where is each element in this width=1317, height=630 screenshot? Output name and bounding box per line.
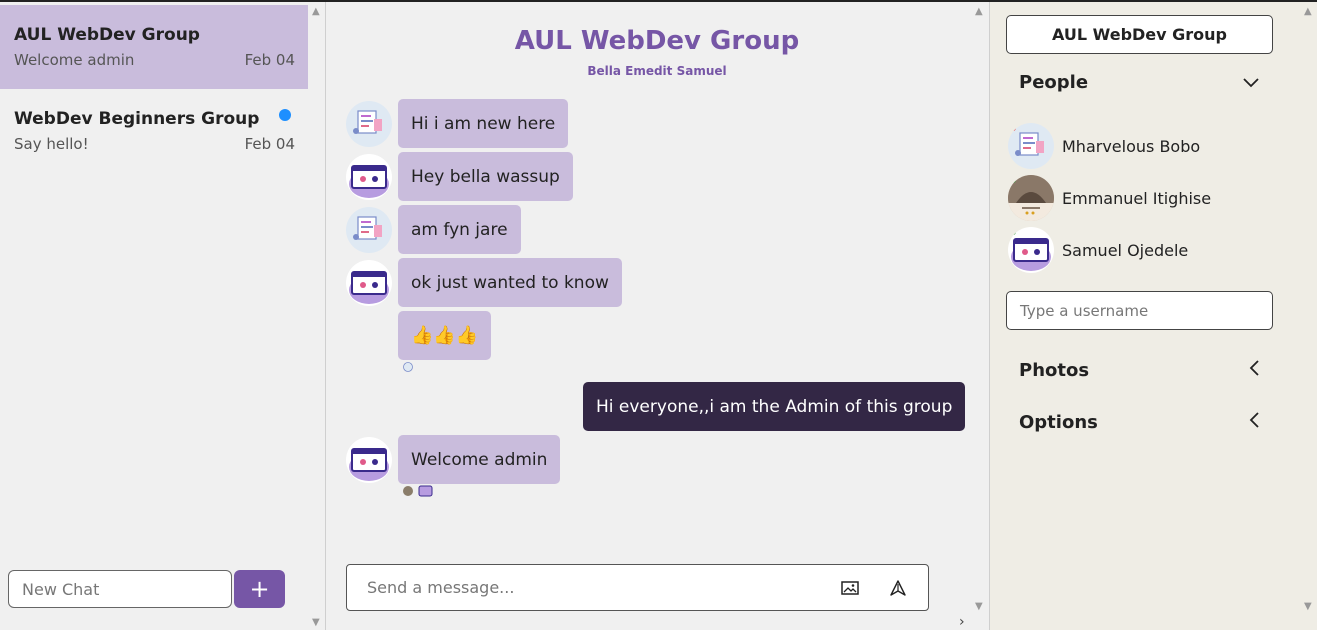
message-row: Welcome admin xyxy=(346,435,561,484)
chat-name: WebDev Beginners Group xyxy=(14,109,260,129)
message-row: Hi i am new here xyxy=(346,99,569,148)
person-item[interactable]: Emmanuel Itighise xyxy=(1008,175,1211,221)
avatar xyxy=(346,206,392,253)
avatar xyxy=(346,153,392,200)
people-heading: People xyxy=(1019,72,1089,93)
message-row: ok just wanted to know xyxy=(346,258,622,307)
chat-date: Feb 04 xyxy=(244,135,295,153)
message-bubble: Welcome admin xyxy=(398,435,561,484)
photos-heading: Photos xyxy=(1019,360,1090,381)
options-section-toggle[interactable]: Options xyxy=(1019,412,1259,433)
chat-preview: Welcome admin xyxy=(14,51,135,69)
person-name: Emmanuel Itighise xyxy=(1062,188,1212,208)
chat-preview: Say hello! xyxy=(14,135,89,153)
chat-name: AUL WebDev Group xyxy=(14,25,200,45)
unread-indicator xyxy=(279,109,291,121)
read-receipt-icons xyxy=(402,485,434,500)
message-bubble: am fyn jare xyxy=(398,205,521,254)
message-row: am fyn jare xyxy=(346,205,521,254)
scroll-up-icon[interactable]: ▲ xyxy=(1304,6,1312,17)
chevron-left-icon xyxy=(1249,360,1259,381)
person-name: Samuel Ojedele xyxy=(1062,240,1189,260)
scroll-down-icon[interactable]: ▼ xyxy=(312,617,320,628)
status-dot xyxy=(1010,177,1016,183)
add-chat-button[interactable]: + xyxy=(234,570,285,608)
details-scrollbar[interactable]: ▲ ▼ xyxy=(1300,2,1317,630)
details-title: AUL WebDev Group xyxy=(1006,15,1273,54)
message-row-own: Hi everyone,,i am the Admin of this grou… xyxy=(583,382,966,431)
chat-item-aul-webdev[interactable]: AUL WebDev Group Welcome admin Feb 04 xyxy=(0,5,309,89)
conversation-scrollbar[interactable]: ▲ ▼ xyxy=(971,2,988,630)
username-search-input[interactable]: Type a username xyxy=(1006,291,1273,330)
person-item[interactable]: Samuel Ojedele xyxy=(1008,227,1188,273)
message-row: Hey bella wassup xyxy=(346,152,573,201)
read-receipt-icon xyxy=(402,362,414,375)
avatar xyxy=(1008,175,1054,221)
chat-list-sidebar: AUL WebDev Group Welcome admin Feb 04 We… xyxy=(0,2,326,630)
status-dot xyxy=(1010,229,1016,235)
message-bubble: 👍👍👍 xyxy=(398,311,492,360)
person-item[interactable]: Mharvelous Bobo xyxy=(1008,123,1200,169)
image-upload-icon[interactable] xyxy=(840,578,860,598)
message-bubble: Hi i am new here xyxy=(398,99,569,148)
avatar xyxy=(1008,227,1054,273)
scroll-down-icon[interactable]: ▼ xyxy=(1304,601,1312,612)
conversation-title: AUL WebDev Group xyxy=(514,26,800,56)
chat-date: Feb 04 xyxy=(244,51,295,69)
avatar xyxy=(1008,123,1054,169)
scroll-right-icon[interactable]: › xyxy=(959,614,965,630)
avatar xyxy=(346,436,392,483)
new-chat-input[interactable]: New Chat xyxy=(8,570,232,608)
chevron-left-icon xyxy=(1249,412,1259,433)
status-dot xyxy=(1010,125,1016,131)
conversation-members: Bella Emedit Samuel xyxy=(587,64,727,78)
people-section-toggle[interactable]: People xyxy=(1019,72,1259,93)
person-name: Mharvelous Bobo xyxy=(1062,136,1201,156)
avatar xyxy=(346,259,392,306)
scroll-down-icon[interactable]: ▼ xyxy=(975,601,983,612)
send-icon[interactable] xyxy=(888,578,908,598)
message-bubble: ok just wanted to know xyxy=(398,258,622,307)
group-details-panel: AUL WebDev Group People Mharvelous Bobo … xyxy=(989,2,1317,630)
message-bubble-own: Hi everyone,,i am the Admin of this grou… xyxy=(583,382,966,431)
sidebar-scrollbar[interactable]: ▲ ▼ xyxy=(308,2,325,630)
chat-item-webdev-beginners[interactable]: WebDev Beginners Group Say hello! Feb 04 xyxy=(0,89,309,173)
conversation-panel: AUL WebDev Group Bella Emedit Samuel Hi … xyxy=(326,2,988,630)
message-bubble: Hey bella wassup xyxy=(398,152,573,201)
scroll-up-icon[interactable]: ▲ xyxy=(312,6,320,17)
message-input[interactable]: Send a message... xyxy=(367,578,812,597)
options-heading: Options xyxy=(1019,412,1098,433)
message-row: 👍👍👍 xyxy=(398,311,492,360)
avatar xyxy=(346,100,392,147)
photos-section-toggle[interactable]: Photos xyxy=(1019,360,1259,381)
chevron-down-icon xyxy=(1243,72,1259,93)
message-composer[interactable]: Send a message... xyxy=(346,564,929,611)
scroll-up-icon[interactable]: ▲ xyxy=(975,6,983,17)
